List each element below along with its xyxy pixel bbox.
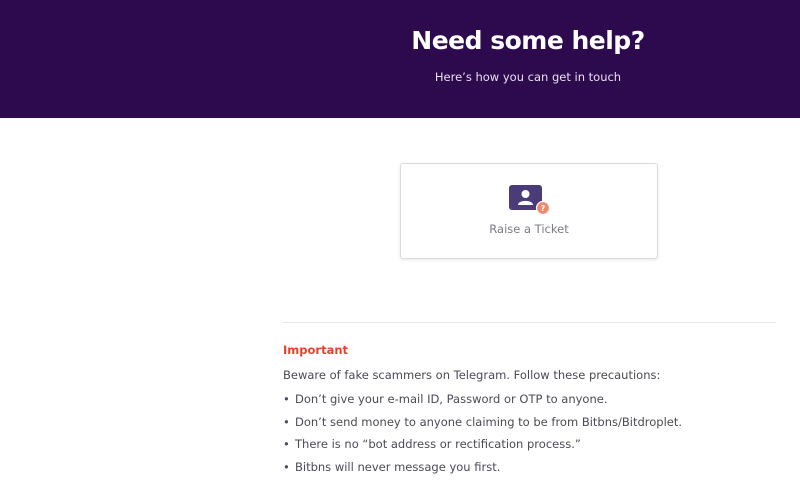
precaution-text: There is no “bot address or rectificatio… xyxy=(295,437,581,451)
list-item: • Bitbns will never message you first. xyxy=(283,460,682,483)
list-item: • Don’t send money to anyone claiming to … xyxy=(283,415,682,438)
ticket-support-icon: ? xyxy=(509,185,551,216)
help-hero-banner: Need some help? Here’s how you can get i… xyxy=(0,0,800,118)
svg-text:?: ? xyxy=(541,204,546,213)
list-item: • Don’t give your e-mail ID, Password or … xyxy=(283,392,682,415)
page-subtitle: Here’s how you can get in touch xyxy=(434,70,622,84)
raise-ticket-label: Raise a Ticket xyxy=(489,222,569,236)
bullet-icon: • xyxy=(283,437,290,451)
bullet-icon: • xyxy=(283,414,290,429)
precaution-text: Don’t send money to anyone claiming to b… xyxy=(295,414,683,429)
important-heading: Important xyxy=(283,343,349,357)
bullet-icon: • xyxy=(283,392,290,406)
section-divider xyxy=(283,322,775,323)
raise-ticket-card[interactable]: ? Raise a Ticket xyxy=(400,163,658,259)
precautions-list: • Don’t give your e-mail ID, Password or … xyxy=(283,392,682,482)
page-title: Need some help? xyxy=(411,26,645,55)
precaution-text: Don’t give your e-mail ID, Password or O… xyxy=(295,392,608,406)
bullet-icon: • xyxy=(283,459,290,474)
precaution-text: Bitbns will never message you first. xyxy=(295,459,501,474)
list-item: • There is no “bot address or rectificati… xyxy=(283,437,682,460)
scam-warning-text: Beware of fake scammers on Telegram. Fol… xyxy=(283,368,661,382)
